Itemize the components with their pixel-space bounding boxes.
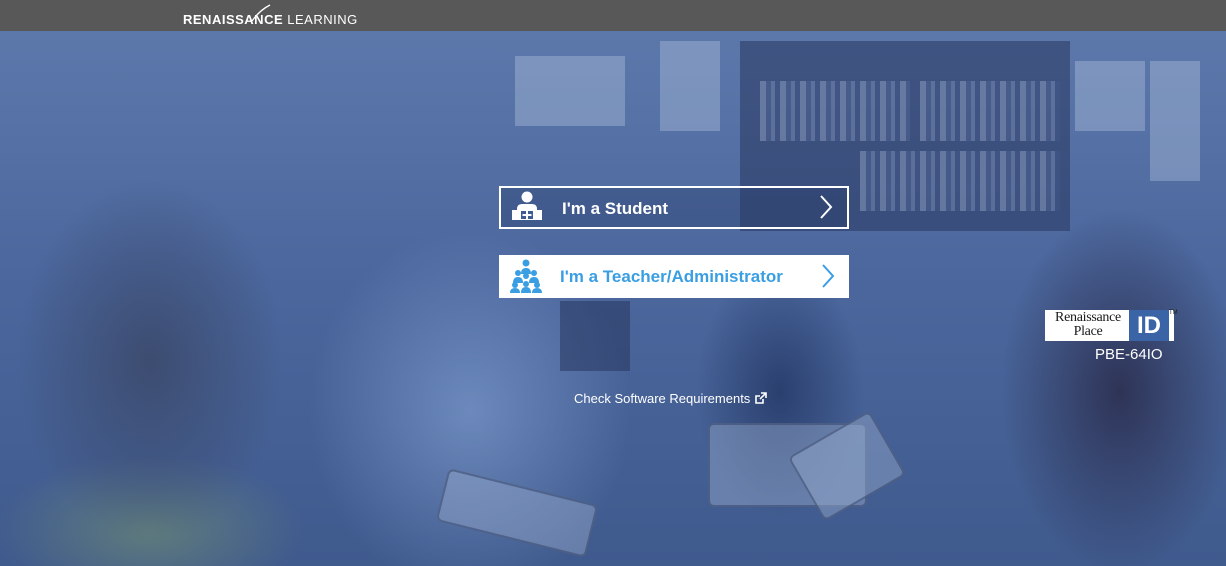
teacher-group-icon	[510, 259, 542, 293]
check-software-requirements-link[interactable]: Check Software Requirements	[574, 391, 768, 406]
student-icon	[512, 191, 542, 220]
teacher-button-label: I'm a Teacher/Administrator	[560, 267, 783, 286]
external-link-icon	[755, 392, 768, 404]
requirements-link-label: Check Software Requirements	[574, 391, 751, 406]
top-bar: RENAISSANCE LEARNING	[0, 0, 1226, 31]
teacher-administrator-button[interactable]: I'm a Teacher/Administrator	[499, 255, 849, 298]
renaissance-learning-logo: RENAISSANCE LEARNING	[183, 4, 358, 28]
renaissance-place-id-logo: Renaissance Place ID TM	[1045, 310, 1178, 341]
badge-line-renaissance: Renaissance	[1055, 310, 1121, 325]
swoosh-icon	[251, 4, 271, 22]
student-button-label: I'm a Student	[562, 199, 669, 218]
badge-line-place: Place	[1073, 324, 1103, 339]
chevron-right-icon	[822, 264, 835, 288]
login-page: RENAISSANCE LEARNING I'm a Student I'm a…	[0, 0, 1226, 566]
badge-trademark: TM	[1169, 310, 1178, 316]
background-photo	[0, 31, 1226, 566]
chevron-right-icon	[820, 195, 833, 219]
renaissance-place-id-code: PBE-64IO	[1095, 346, 1163, 363]
logo-light-text: LEARNING	[287, 12, 358, 27]
badge-id-text: ID	[1129, 310, 1169, 341]
student-button[interactable]: I'm a Student	[499, 186, 849, 229]
